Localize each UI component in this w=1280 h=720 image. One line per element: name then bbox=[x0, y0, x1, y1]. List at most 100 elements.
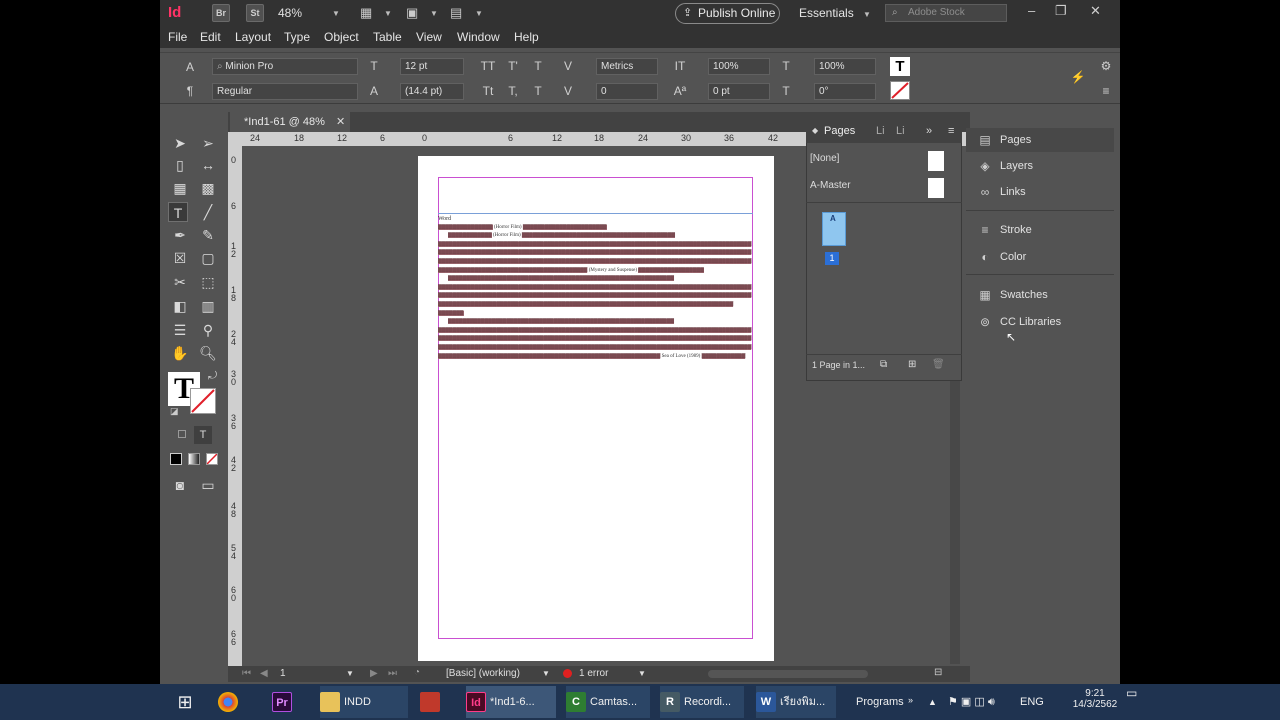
tracking-field[interactable]: 0 bbox=[596, 83, 658, 100]
programs-expand-icon[interactable]: » bbox=[908, 684, 913, 716]
default-fill-stroke-icon[interactable]: ◪ bbox=[170, 406, 179, 417]
view-options-chevron-icon[interactable]: ▼ bbox=[384, 9, 392, 18]
subscript-icon[interactable]: T, bbox=[505, 84, 521, 98]
preflight-errors[interactable]: 1 error bbox=[579, 668, 608, 679]
gap-tool-icon[interactable]: ↔ bbox=[198, 155, 218, 175]
taskbar-indd-folder[interactable]: INDD bbox=[320, 686, 408, 718]
taskbar-chrome[interactable] bbox=[218, 686, 242, 718]
publish-online-button[interactable]: ⇪ Publish Online bbox=[675, 3, 780, 24]
taskbar-programs[interactable]: Programs bbox=[856, 686, 904, 718]
font-size-field[interactable]: 12 pt bbox=[400, 58, 464, 75]
direct-selection-tool-icon[interactable]: ➢ bbox=[198, 133, 218, 153]
tray-icons[interactable]: ⚑ ▣ ◫ 🔊︎ bbox=[948, 686, 995, 718]
type-tool-icon[interactable]: T bbox=[168, 202, 188, 222]
start-button-icon[interactable]: ⊞ bbox=[170, 686, 200, 718]
rectangle-tool-icon[interactable]: ▢ bbox=[198, 248, 218, 268]
selection-tool-icon[interactable]: ➤ bbox=[170, 133, 190, 153]
menu-table[interactable]: Table bbox=[373, 30, 402, 44]
underline-icon[interactable]: T bbox=[530, 59, 546, 73]
document-tab[interactable]: *Ind1-61 @ 48% ✕ bbox=[230, 112, 350, 132]
first-page-icon[interactable]: ⏮ bbox=[242, 668, 251, 679]
dock-color[interactable]: ◐ Color bbox=[966, 245, 1114, 269]
vertical-scale-field[interactable]: 100% bbox=[708, 58, 770, 75]
fill-color-icon[interactable]: T bbox=[890, 57, 910, 76]
pages-panel-menu-icon[interactable]: ≡ bbox=[948, 125, 954, 137]
menu-view[interactable]: View bbox=[416, 30, 442, 44]
superscript-icon[interactable]: T' bbox=[505, 59, 521, 73]
formatting-container-icon[interactable] bbox=[178, 430, 186, 438]
gradient-swatch-tool-icon[interactable]: ◧ bbox=[170, 296, 190, 316]
errors-dropdown-icon[interactable]: ▼ bbox=[638, 669, 646, 678]
split-window-icon[interactable]: ⊟ bbox=[934, 667, 942, 678]
font-style-field[interactable]: Regular bbox=[212, 83, 358, 100]
collapse-icon[interactable]: ◆ bbox=[812, 126, 818, 135]
baseline-shift-field[interactable]: 0 pt bbox=[708, 83, 770, 100]
stock-button[interactable]: St bbox=[246, 4, 264, 22]
previous-page-icon[interactable]: ◀ bbox=[260, 668, 268, 679]
gradient-feather-tool-icon[interactable]: ▥ bbox=[198, 296, 218, 316]
page-1-thumbnail[interactable]: A bbox=[822, 212, 846, 246]
quick-apply-icon[interactable]: ⚡ bbox=[1070, 70, 1086, 84]
page-dropdown-icon[interactable]: ▼ bbox=[346, 669, 354, 678]
restore-icon[interactable]: ❐ bbox=[1055, 3, 1067, 19]
adobe-stock-search[interactable]: ⌕ Adobe Stock bbox=[885, 4, 1007, 22]
text-frame-content[interactable]: Word ▓▓▓▓▓▓▓▓▓▓▓▓▓▓▓ (Horror Film) ▓▓▓▓▓… bbox=[438, 215, 752, 361]
dock-cc-libraries[interactable]: ⊚ CC Libraries bbox=[966, 310, 1114, 334]
normal-view-icon[interactable]: ◙ bbox=[170, 475, 190, 495]
notifications-icon[interactable]: ▭ bbox=[1126, 686, 1137, 700]
edit-page-size-icon[interactable]: ⧉ bbox=[880, 355, 887, 375]
page-number-field[interactable]: 1 bbox=[280, 668, 286, 679]
close-window-icon[interactable]: ✕ bbox=[1090, 3, 1101, 19]
all-caps-icon[interactable]: TT bbox=[480, 59, 496, 73]
last-page-icon[interactable]: ⏭ bbox=[388, 668, 397, 679]
taskbar-recording[interactable]: R Recordi... bbox=[660, 686, 744, 718]
dock-layers[interactable]: ◈ Layers bbox=[966, 154, 1114, 178]
preview-mode-icon[interactable]: ▭ bbox=[198, 475, 218, 495]
strikethrough-icon[interactable]: T bbox=[530, 84, 546, 98]
close-tab-icon[interactable]: ✕ bbox=[336, 116, 345, 128]
menu-object[interactable]: Object bbox=[324, 30, 359, 44]
zoom-level[interactable]: 48% bbox=[278, 6, 302, 20]
clock[interactable]: 9:21 14/3/2562 bbox=[1070, 688, 1120, 710]
leading-field[interactable]: (14.4 pt) bbox=[400, 83, 464, 100]
horizontal-scrollbar[interactable] bbox=[708, 670, 868, 678]
panel-menu-icon[interactable]: ≡ bbox=[1098, 84, 1114, 98]
stroke-swatch-none-icon[interactable] bbox=[190, 388, 216, 414]
tab-pages[interactable]: Pages bbox=[824, 125, 855, 137]
skew-field[interactable]: 0° bbox=[814, 83, 876, 100]
page-tool-icon[interactable]: ▯ bbox=[170, 155, 190, 175]
apply-none-icon[interactable] bbox=[206, 453, 218, 465]
screen-mode-chevron-icon[interactable]: ▼ bbox=[430, 9, 438, 18]
apply-gradient-icon[interactable] bbox=[188, 453, 200, 465]
font-family-field[interactable]: ⌕ Minion Pro bbox=[212, 58, 358, 75]
content-placer-icon[interactable]: ▩ bbox=[198, 178, 218, 198]
taskbar-camtasia[interactable]: C Camtas... bbox=[566, 686, 650, 718]
taskbar-premiere[interactable]: Pr bbox=[272, 686, 296, 718]
free-transform-tool-icon[interactable]: ⬚ bbox=[198, 272, 218, 292]
pen-tool-icon[interactable]: ✒ bbox=[170, 225, 190, 245]
show-hidden-icons[interactable]: ▲ bbox=[928, 686, 937, 718]
screen-mode-icon[interactable]: ▣ bbox=[406, 5, 418, 21]
expand-panels-icon[interactable]: » bbox=[926, 125, 932, 137]
arrange-chevron-icon[interactable]: ▼ bbox=[475, 9, 483, 18]
tab-links[interactable]: Li bbox=[896, 125, 905, 137]
taskbar-app-red[interactable] bbox=[420, 686, 444, 718]
paragraph-formatting-icon[interactable]: ¶ bbox=[182, 84, 198, 98]
zoom-dropdown-icon[interactable]: ▼ bbox=[332, 9, 340, 18]
dock-swatches[interactable]: ▦ Swatches bbox=[966, 283, 1114, 307]
horizontal-scale-field[interactable]: 100% bbox=[814, 58, 876, 75]
dock-pages[interactable]: ▤ Pages bbox=[966, 128, 1114, 152]
hand-tool-icon[interactable]: ✋ bbox=[170, 343, 190, 363]
menu-window[interactable]: Window bbox=[457, 30, 500, 44]
note-tool-icon[interactable]: ☰ bbox=[170, 320, 190, 340]
delete-page-icon[interactable]: 🗑︎ bbox=[932, 355, 945, 375]
menu-layout[interactable]: Layout bbox=[235, 30, 271, 44]
a-master-row[interactable]: A-Master bbox=[810, 178, 960, 198]
view-options-icon[interactable]: ▦ bbox=[360, 5, 372, 21]
bridge-button[interactable]: Br bbox=[212, 4, 230, 22]
vertical-ruler[interactable]: 0 6 1 2 1 8 2 4 3 0 3 6 4 2 4 8 5 4 6 0 6 6 bbox=[228, 146, 242, 666]
scissors-tool-icon[interactable]: ✂ bbox=[170, 272, 190, 292]
stroke-none-icon[interactable] bbox=[890, 81, 910, 100]
apply-color-icon[interactable] bbox=[170, 453, 182, 465]
dock-links[interactable]: ∞ Links bbox=[966, 180, 1114, 204]
